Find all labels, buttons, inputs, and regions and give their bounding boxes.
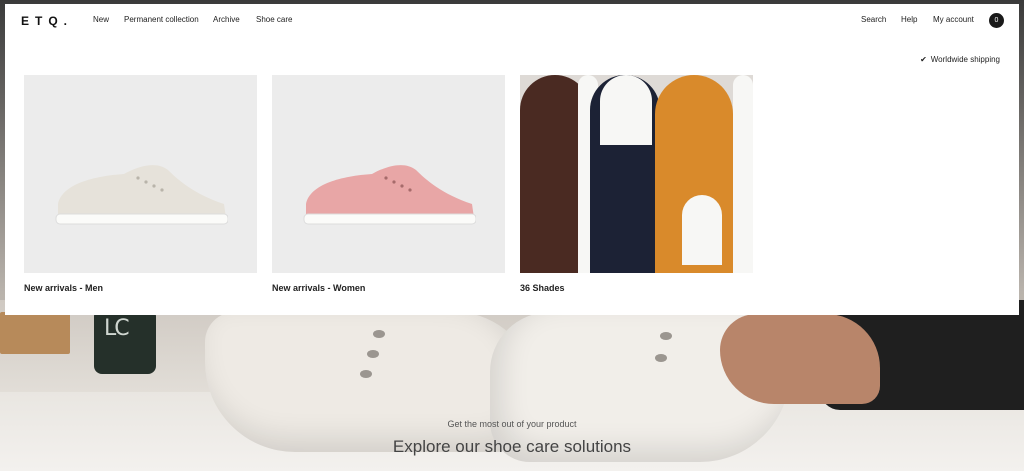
hero-hand-image [720, 314, 880, 404]
nav-link-archive[interactable]: Archive [213, 15, 240, 24]
wooden-brush-image [0, 312, 70, 354]
my-account-link[interactable]: My account [933, 15, 974, 24]
bottle-logo-mark: LC [104, 316, 130, 341]
care-bottle-image: LC [94, 312, 156, 374]
nav-link-shoe-care[interactable]: Shoe care [256, 15, 292, 24]
menu-card-caption: New arrivals - Women [272, 283, 366, 293]
top-navigation: ETQ. New Permanent collection Archive Sh… [5, 4, 1019, 38]
hero-kicker: Get the most out of your product [447, 419, 577, 429]
shades-photo [520, 75, 753, 273]
hero-cta-link[interactable]: Explore our shoe care solutions [0, 437, 1024, 457]
eyelet-icon [373, 330, 385, 338]
sole-shape [733, 75, 753, 273]
menu-card-caption: 36 Shades [520, 283, 565, 293]
shipping-label: Worldwide shipping [930, 55, 1000, 64]
worldwide-shipping-notice: ✔ Worldwide shipping [920, 55, 1000, 64]
three-sneakers-image [520, 75, 753, 273]
check-icon: ✔ [920, 55, 927, 64]
help-link[interactable]: Help [901, 15, 917, 24]
nav-link-permanent-collection[interactable]: Permanent collection [124, 15, 199, 24]
eyelet-icon [660, 332, 672, 340]
eyelet-icon [367, 350, 379, 358]
navy-insole-shape [600, 75, 652, 145]
white-sneaker-image [24, 75, 257, 273]
cart-count-badge[interactable]: 0 [989, 13, 1004, 28]
nav-link-new[interactable]: New [93, 15, 109, 24]
menu-card-women[interactable]: New arrivals - Women [272, 75, 505, 293]
hero-sneaker-left-image [205, 312, 535, 452]
eyelet-icon [360, 370, 372, 378]
search-link[interactable]: Search [861, 15, 886, 24]
pink-sneaker-illustration [303, 165, 476, 225]
pink-sneaker-image [272, 75, 505, 273]
menu-card-caption: New arrivals - Men [24, 283, 104, 293]
eyelet-icon [655, 354, 667, 362]
mega-menu-panel: ETQ. New Permanent collection Archive Sh… [5, 4, 1019, 315]
menu-card-men[interactable]: New arrivals - Men [24, 75, 257, 293]
ochre-insole-shape [682, 195, 722, 265]
white-sneaker-illustration [55, 165, 228, 225]
menu-card-36-shades[interactable]: 36 Shades [520, 75, 753, 293]
brand-logo[interactable]: ETQ. [21, 14, 73, 28]
